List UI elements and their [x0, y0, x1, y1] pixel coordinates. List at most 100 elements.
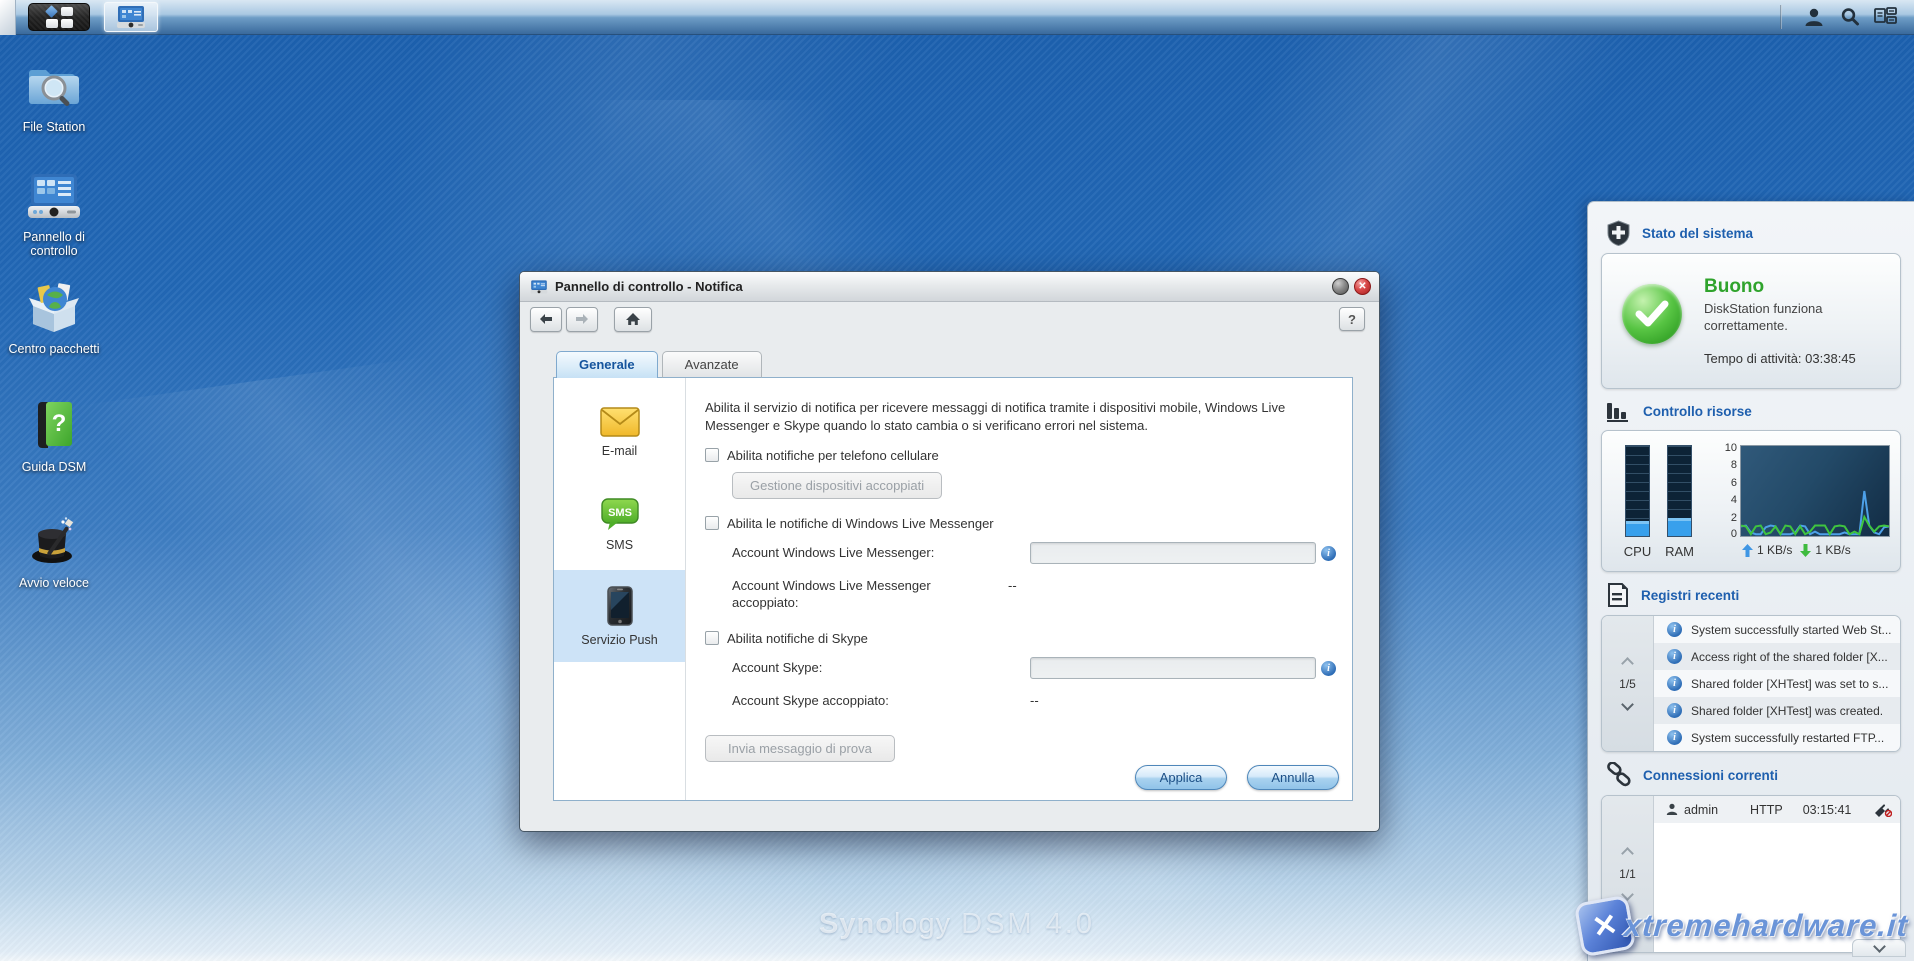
list-item-label: SMS	[605, 537, 634, 552]
log-entry[interactable]: i System successfully restarted FTP...	[1654, 724, 1900, 751]
tab-bar: Generale Avanzate	[556, 351, 762, 378]
help-button[interactable]: ?	[1339, 307, 1365, 331]
desktop-icon-quick-start[interactable]: Avvio veloce	[6, 516, 102, 590]
list-item-push-service[interactable]: Servizio Push	[554, 570, 685, 662]
main-menu-button[interactable]	[28, 3, 90, 31]
checkbox-skype-label: Abilita notifiche di Skype	[727, 630, 868, 646]
resource-monitor-header: Controllo risorse	[1606, 399, 1901, 423]
synology-dsm-watermark: Synology DSM 4.0	[819, 908, 1095, 940]
tab-avanzate[interactable]: Avanzate	[661, 351, 762, 378]
info-icon: i	[1667, 730, 1682, 745]
list-item-sms[interactable]: SMS SMS	[554, 478, 685, 570]
log-entry[interactable]: i Shared folder [XHTest] was set to s...	[1654, 670, 1900, 697]
search-button[interactable]	[1832, 2, 1868, 32]
status-description: DiskStation funziona correttamente.	[1704, 301, 1823, 333]
uptime-text: Tempo di attività: 03:38:45	[1704, 350, 1856, 366]
wlm-paired-label: Account Windows Live Messenger accoppiat…	[732, 577, 931, 610]
pilot-view-icon	[1874, 7, 1897, 24]
forward-button[interactable]	[566, 306, 598, 332]
checkbox-skype-notifications[interactable]	[705, 631, 719, 646]
shield-icon	[1607, 220, 1630, 246]
send-test-message-button[interactable]: Invia messaggio di prova	[705, 734, 895, 762]
log-entry[interactable]: i System successfully started Web St...	[1654, 616, 1900, 643]
recent-logs-header: Registri recenti	[1606, 582, 1901, 608]
user-menu-button[interactable]	[1796, 2, 1832, 32]
taskbar-divider	[1780, 5, 1782, 29]
desktop-icon-control-panel[interactable]: Pannello di controllo	[6, 172, 102, 259]
widget-title: Controllo risorse	[1643, 403, 1752, 419]
info-icon[interactable]: i	[1321, 660, 1336, 676]
wlm-paired-value: --	[1008, 577, 1017, 593]
intro-text: Abilita il servizio di notifica per rice…	[705, 400, 1286, 433]
back-icon	[540, 314, 552, 324]
page-down-icon[interactable]	[1621, 888, 1634, 901]
list-item-email[interactable]: E-mail	[554, 386, 685, 478]
network-y-axis: 10 8 6 4 2 0	[1724, 441, 1737, 541]
connections-pager: 1/1	[1602, 796, 1654, 952]
file-station-icon	[29, 70, 79, 106]
widget-title: Registri recenti	[1641, 587, 1740, 603]
push-settings-content: Abilita il servizio di notifica per rice…	[686, 378, 1352, 800]
disconnect-icon[interactable]	[1874, 803, 1892, 817]
upload-arrow-icon	[1742, 543, 1753, 557]
taskbar-item-control-panel[interactable]	[104, 2, 158, 32]
home-icon	[626, 313, 640, 325]
skype-paired-label: Account Skype accoppiato:	[732, 692, 889, 708]
minimize-button[interactable]	[1332, 278, 1349, 295]
logs-pager: 1/5	[1602, 616, 1654, 751]
search-icon	[1841, 8, 1859, 26]
sidebar-collapse-button[interactable]	[1852, 939, 1906, 957]
info-icon[interactable]: i	[1321, 545, 1336, 561]
connection-protocol: HTTP	[1750, 802, 1783, 817]
checkbox-mobile-notifications[interactable]	[705, 448, 719, 463]
info-icon: i	[1667, 649, 1682, 664]
taskbar-right-area	[1780, 0, 1914, 34]
desktop-icon-dsm-help[interactable]: ? Guida DSM	[6, 400, 102, 474]
skype-account-label: Account Skype:	[732, 659, 823, 675]
window-titlebar[interactable]: Pannello di controllo - Notifica ✕	[520, 272, 1379, 302]
network-graph: 10 8 6 4 2 0 1 KB/s 1 KB/s	[1720, 441, 1890, 571]
control-panel-window: Pannello di controllo - Notifica ✕ ? Gen…	[519, 271, 1380, 832]
notification-channel-list: E-mail SMS SMS Servizio Push	[554, 378, 686, 800]
desktop-icon-file-station[interactable]: File Station	[6, 60, 102, 134]
tab-generale[interactable]: Generale	[556, 351, 658, 378]
network-legend: 1 KB/s 1 KB/s	[1742, 543, 1890, 557]
close-button[interactable]: ✕	[1354, 278, 1371, 295]
page-up-icon[interactable]	[1621, 847, 1634, 860]
user-icon	[1666, 803, 1678, 815]
cancel-button[interactable]: Annulla	[1247, 765, 1339, 790]
net-upload-line	[1741, 491, 1889, 534]
bar-chart-icon	[1607, 403, 1628, 422]
checkbox-mobile-label: Abilita notifiche per telefono cellulare	[727, 447, 939, 463]
back-button[interactable]	[530, 306, 562, 332]
home-button[interactable]	[614, 306, 652, 332]
control-panel-mini-icon	[117, 6, 145, 28]
apply-button[interactable]: Applica	[1135, 765, 1227, 790]
ram-gauge: RAM	[1665, 445, 1694, 571]
page-down-icon[interactable]	[1621, 697, 1634, 711]
checkbox-wlm-notifications[interactable]	[705, 516, 719, 531]
user-icon	[1805, 8, 1823, 26]
widget-title: Stato del sistema	[1642, 225, 1754, 241]
skype-account-input[interactable]	[1030, 656, 1316, 679]
cpu-gauge: CPU	[1624, 445, 1651, 571]
push-service-icon	[606, 585, 633, 626]
quick-start-icon	[32, 517, 74, 563]
desktop-icon-label: Guida DSM	[21, 460, 87, 474]
connection-row[interactable]: admin HTTP 03:15:41	[1654, 796, 1900, 823]
wlm-account-label: Account Windows Live Messenger:	[732, 544, 935, 560]
manage-paired-devices-button[interactable]: Gestione dispositivi accoppiati	[732, 471, 943, 499]
skype-paired-value: --	[1030, 692, 1039, 708]
page-up-icon[interactable]	[1621, 656, 1634, 670]
log-entry[interactable]: i Access right of the shared folder [X...	[1654, 643, 1900, 670]
svg-text:SMS: SMS	[608, 507, 632, 519]
desktop-icon-package-center[interactable]: Centro pacchetti	[6, 282, 102, 356]
connection-time: 03:15:41	[1802, 802, 1852, 817]
dsm-help-icon: ?	[38, 402, 72, 448]
link-icon	[1607, 762, 1631, 787]
checkbox-wlm-label: Abilita le notifiche di Windows Live Mes…	[727, 515, 994, 531]
log-entry[interactable]: i Shared folder [XHTest] was created.	[1654, 697, 1900, 724]
info-icon: i	[1667, 703, 1682, 718]
pilot-view-button[interactable]	[1868, 2, 1904, 32]
wlm-account-input[interactable]	[1030, 541, 1316, 564]
